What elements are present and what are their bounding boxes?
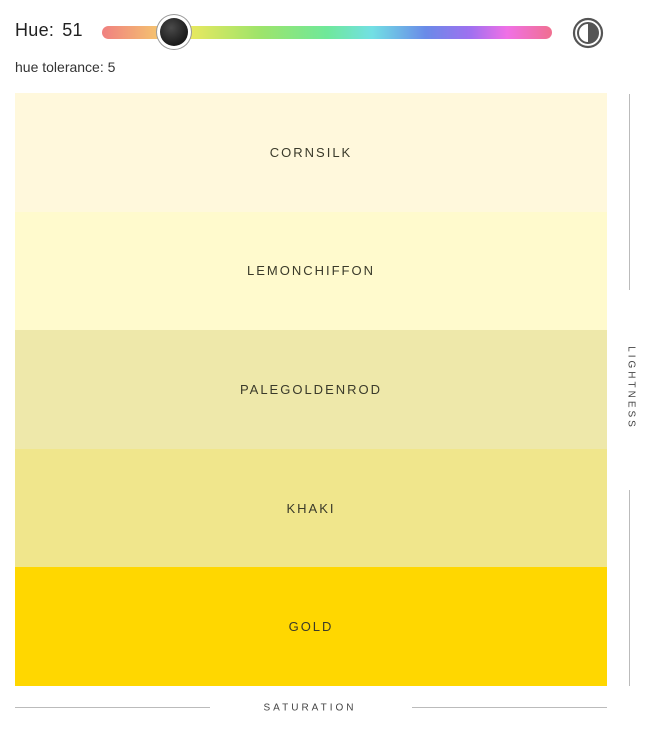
swatch-palegoldenrod[interactable]: PALEGOLDENROD [15,330,607,449]
lightness-axis-line-bottom [629,490,630,686]
lightness-axis-line-top [629,94,630,290]
swatch-label: CORNSILK [269,144,353,160]
swatch-khaki[interactable]: KHAKI [15,448,607,568]
swatch-label: PALEGOLDENROD [239,381,383,397]
swatch-label: LEMONCHIFFON [247,263,375,279]
saturation-axis-label: SATURATION [263,702,357,714]
hue-label-text: Hue: [15,20,55,40]
swatch-label: GOLD [288,619,334,635]
swatch-lemonchiffon[interactable]: LEMONCHIFFON [15,211,607,331]
swatch-gold[interactable]: GOLD [15,567,607,686]
contrast-icon[interactable] [572,17,604,49]
lightness-axis-label: LIGHTNESS [625,346,637,430]
hue-tolerance-text: hue tolerance: 5 [15,59,116,75]
color-swatch-list: CORNSILK LEMONCHIFFON PALEGOLDENROD KHAK… [15,93,607,686]
hue-label: Hue: 51 [15,20,83,41]
swatch-cornsilk[interactable]: CORNSILK [15,93,607,212]
hue-value: 51 [62,20,83,40]
saturation-axis-line-left [15,707,210,708]
swatch-label: KHAKI [286,500,336,516]
saturation-axis-line-right [412,707,607,708]
hue-slider-handle[interactable] [157,15,191,49]
